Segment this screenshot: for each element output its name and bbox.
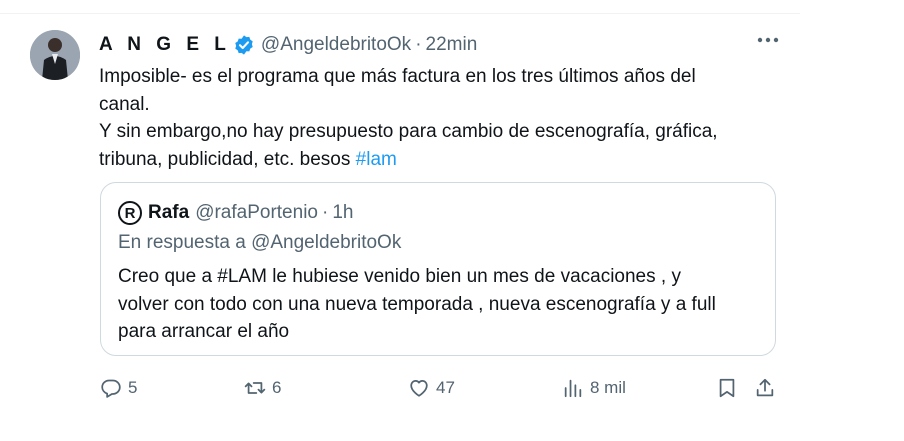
views-button[interactable]: 8 mil	[562, 373, 626, 403]
tweet-text-line: canal.	[99, 93, 150, 115]
author-name[interactable]: A N G E L	[99, 34, 231, 56]
more-dots	[757, 37, 779, 43]
quote-text-line: Creo que a #LAM le hubiese venido bien u…	[118, 266, 681, 287]
tweet-text-line: Imposible- es el programa que más factur…	[99, 66, 696, 87]
tweet-time[interactable]: 22min	[426, 34, 478, 56]
share-button[interactable]	[754, 373, 776, 403]
author-avatar[interactable]	[30, 30, 80, 80]
like-icon	[410, 379, 428, 397]
verified-badge-icon	[235, 35, 253, 55]
quote-text: Creo que a #LAM le hubiese venido bien u…	[118, 263, 758, 346]
tweet-text-fragment: tribuna, publicidad, etc. besos	[99, 148, 356, 170]
quote-separator-dot: ·	[321, 202, 329, 223]
tweet-text-line-last: tribuna, publicidad, etc. besos #lam	[99, 146, 789, 174]
top-divider	[0, 13, 800, 14]
like-count: 47	[436, 378, 455, 397]
more-icon[interactable]	[754, 30, 782, 50]
quote-text-line: para arrancar el año	[118, 321, 290, 342]
reply-count: 5	[128, 378, 138, 397]
avatar-photo	[30, 30, 80, 80]
bookmark-button[interactable]	[716, 373, 738, 403]
reply-icon	[101, 379, 121, 398]
like-button[interactable]: 47	[408, 373, 455, 403]
quote-avatar[interactable]: R	[118, 201, 142, 225]
hashtag-link[interactable]: #lam	[356, 149, 397, 170]
tweet-header: A N G E L @AngeldebritoOk · 22min	[99, 33, 477, 57]
tweet-text: Imposible- es el programa que más factur…	[99, 63, 789, 173]
tweet-text-line: Y sin embargo,no hay presupuesto para ca…	[99, 121, 718, 142]
bookmark-icon	[719, 378, 735, 398]
quoted-tweet[interactable]: R Rafa @rafaPortenio · 1h En respuesta a…	[100, 182, 776, 356]
quote-header: R Rafa @rafaPortenio · 1h	[118, 200, 353, 226]
quote-author-name[interactable]: Rafa	[148, 202, 189, 224]
author-handle[interactable]: @AngeldebritoOk	[261, 34, 411, 56]
quote-author-handle[interactable]: @rafaPortenio	[195, 202, 318, 224]
views-count: 8 mil	[590, 378, 626, 397]
quote-reply-to: En respuesta a @AngeldebritoOk	[118, 232, 402, 253]
share-icon	[756, 378, 774, 397]
separator-dot: ·	[415, 34, 422, 55]
retweet-icon	[244, 382, 266, 394]
quote-text-line: volver con todo con una nueva temporada …	[118, 293, 716, 315]
retweet-count: 6	[272, 378, 282, 397]
views-icon	[564, 379, 582, 398]
quote-time[interactable]: 1h	[332, 202, 353, 224]
action-bar: 5 6 47 8 mil	[0, 373, 904, 403]
reply-button[interactable]: 5	[100, 373, 137, 403]
retweet-button[interactable]: 6	[244, 373, 281, 403]
